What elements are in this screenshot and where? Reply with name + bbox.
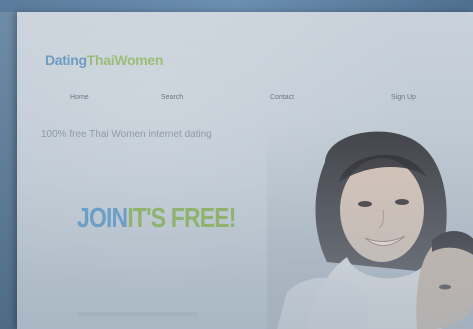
join-free-banner[interactable]: JOINIT'S FREE! [77, 202, 236, 234]
nav-signup-link[interactable]: Sign Up [391, 94, 416, 101]
nav-home-link[interactable]: Home [70, 94, 89, 101]
join-label: JOIN [77, 202, 128, 233]
hero-photo [267, 122, 473, 329]
site-logo[interactable]: DatingThaiWomen [45, 52, 163, 68]
free-label: IT'S FREE! [127, 202, 236, 233]
screen: DatingThaiWomen Home Search Contact Sign… [0, 0, 473, 329]
nav-contact-link[interactable]: Contact [270, 94, 294, 101]
hero-photo-background [267, 122, 473, 329]
web-page: DatingThaiWomen Home Search Contact Sign… [17, 12, 473, 329]
window-top-bar [0, 0, 473, 12]
main-nav: Home Search Contact Sign Up [17, 94, 473, 108]
site-tagline: 100% free Thai Women internet dating [41, 129, 212, 140]
nav-search-link[interactable]: Search [161, 94, 183, 101]
footer-faint-text [77, 312, 197, 316]
logo-thaiwomen-text: ThaiWomen [86, 52, 164, 68]
logo-dating-text: Dating [45, 52, 87, 68]
